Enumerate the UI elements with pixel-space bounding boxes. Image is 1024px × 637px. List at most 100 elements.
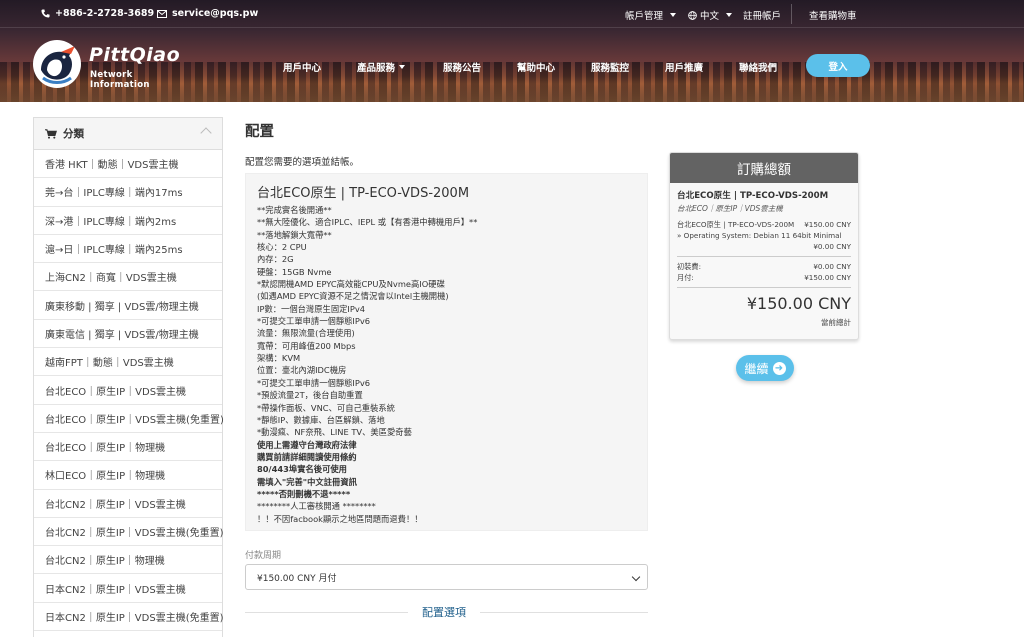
summary-line-item: 台北ECO原生 | TP-ECO-VDS-200M ¥150.00 CNY	[677, 219, 851, 230]
view-cart-link[interactable]: 查看購物車	[809, 8, 857, 22]
nav-label: 聯絡我們	[739, 63, 778, 74]
register-link[interactable]: 註冊帳戶	[743, 8, 781, 22]
nav-announcements[interactable]: 服務公告	[443, 60, 481, 74]
sidebar-item[interactable]: 滬→日｜IPLC專線｜端內25ms	[34, 235, 222, 264]
sidebar-item[interactable]: 日本CN2｜原生IP｜VDS雲主機	[34, 574, 222, 603]
page-title: 配置	[245, 124, 274, 140]
envelope-icon	[157, 9, 167, 18]
product-feature-line: 寬帶：可用峰值200 Mbps	[257, 340, 356, 351]
product-feature-line: **落地解鎖大寬帶**	[257, 229, 332, 240]
language-label: 中文	[700, 11, 720, 22]
phone-number: +886-2-2728-3689	[55, 8, 155, 19]
product-feature-line: (如遇AMD EPYC資源不足之情況會以Intel主機開機)	[257, 291, 449, 302]
account-menu-label: 帳戶管理	[625, 11, 664, 22]
summary-total-label: 當前總計	[821, 318, 851, 327]
nav-label: 服務公告	[443, 63, 482, 74]
nav-affiliates[interactable]: 用戶推廣	[665, 60, 703, 74]
product-feature-line: ********人工審核開通 ********	[257, 501, 376, 512]
sidebar-item[interactable]: 越南FPT｜動態｜VDS雲主機	[34, 348, 222, 377]
product-feature-line: 核心：2 CPU	[257, 242, 307, 253]
sidebar-item[interactable]: 上海CN2｜商寬｜VDS雲主機	[34, 263, 222, 292]
summary-os-option: » Operating System: Debian 11 64bit Mini…	[677, 230, 851, 241]
product-feature-line: 內存：2G	[257, 254, 294, 265]
product-feature-line: *動漫瘋、NF奈飛、LINE TV、美區愛奇藝	[257, 427, 412, 438]
email-link[interactable]: service@pqs.pw	[157, 8, 258, 19]
nav-user-center[interactable]: 用戶中心	[283, 60, 321, 74]
nav-service-monitor[interactable]: 服務監控	[591, 60, 629, 74]
globe-icon	[688, 10, 697, 20]
line-item-price: ¥150.00 CNY	[804, 220, 851, 229]
product-feature-line: 80/443埠實名後可使用	[257, 464, 347, 475]
sidebar-item[interactable]: 台北CN2｜原生IP｜VDS雲主機	[34, 490, 222, 518]
phone-link[interactable]: +886-2-2728-3689	[41, 8, 154, 19]
sidebar-item[interactable]: 日本CN2｜原生IP｜VDS雲主機(免重置)	[34, 603, 224, 632]
page-description: 配置您需要的選項並結帳。	[245, 157, 360, 168]
billing-cycle-label: 付款周期	[245, 551, 282, 561]
product-feature-line: *預設流量2T，後台自助重置	[257, 390, 363, 401]
summary-divider	[677, 287, 851, 288]
penguin-logo-icon	[33, 40, 81, 88]
product-title: 台北ECO原生 | TP-ECO-VDS-200M	[257, 186, 470, 201]
nav-help-center[interactable]: 幫助中心	[517, 60, 555, 74]
product-feature-line: *靜態IP、數據庫、台區解鎖、落地	[257, 414, 385, 425]
account-menu-dropdown[interactable]: 帳戶管理	[625, 8, 677, 22]
sidebar-item[interactable]: 廣東移動 | 獨享 | VDS雲/物理主機	[34, 291, 222, 320]
top-bar: +886-2-2728-3689 service@pqs.pw 帳戶管理 中文 …	[0, 0, 1024, 28]
login-button[interactable]: 登入	[806, 54, 870, 77]
sidebar-item[interactable]: 香港 HKT｜動態｜VDS雲主機	[34, 150, 222, 179]
sidebar-item[interactable]: 台北ECO｜原生IP｜VDS雲主機	[34, 376, 222, 405]
setup-fee-label: 初裝費:	[677, 262, 701, 271]
summary-total: ¥150.00 CNY	[746, 294, 851, 313]
order-summary-title: 訂購總額	[670, 153, 858, 183]
sidebar-item[interactable]: 台北ECO｜原生IP｜物理機	[34, 433, 222, 462]
nav-products[interactable]: 產品服務	[357, 60, 406, 74]
sidebar-item[interactable]: 台北CN2｜原生IP｜物理機	[34, 546, 222, 575]
category-header[interactable]: 分類	[34, 118, 222, 150]
product-feature-line: 位置：臺北內湖IDC機房	[257, 365, 347, 376]
monthly-fee-label: 月付:	[677, 273, 694, 282]
nav-label: 用戶推廣	[665, 63, 704, 74]
product-feature-line: 需填入"完善"中文註冊資訊	[257, 476, 357, 487]
chevron-down-icon	[726, 13, 733, 17]
os-option-price: ¥0.00 CNY	[813, 242, 851, 251]
arrow-right-icon: ➜	[772, 361, 786, 375]
monthly-fee-price: ¥150.00 CNY	[804, 273, 851, 282]
email-address: service@pqs.pw	[172, 8, 259, 19]
billing-cycle-select[interactable]: ¥150.00 CNY 月付	[245, 564, 648, 590]
sidebar-item[interactable]: 台北ECO｜原生IP｜VDS雲主機(免重置)	[34, 405, 224, 433]
summary-setup-fee: 初裝費: ¥0.00 CNY	[677, 261, 851, 272]
product-feature-line: *帶操作面板、VNC、可自己重裝系統	[257, 402, 395, 413]
chevron-down-icon	[399, 65, 406, 69]
os-option-label: » Operating System: Debian 11 64bit Mini…	[677, 231, 842, 240]
summary-product-group: 台北ECO｜原生IP｜VDS雲主機	[677, 204, 783, 213]
line-item-label: 台北ECO原生 | TP-ECO-VDS-200M	[677, 220, 795, 229]
product-feature-line: *可提交工單申請一個靜態IPv6	[257, 316, 371, 327]
sidebar-item[interactable]: 林口ECO｜原生IP｜物理機	[34, 461, 222, 490]
nav-label: 服務監控	[591, 63, 630, 74]
chevron-down-icon	[670, 13, 677, 17]
sidebar-item[interactable]: 莞→台｜IPLC專線｜端內17ms	[34, 178, 222, 207]
product-feature-line: 購買前請詳細閱讀使用條約	[257, 451, 357, 462]
product-feature-line: IP數：一個台灣原生固定IPv4	[257, 303, 366, 314]
chevron-up-icon[interactable]	[200, 127, 212, 139]
nav-label: 幫助中心	[517, 63, 556, 74]
summary-monthly-fee: 月付: ¥150.00 CNY	[677, 272, 851, 283]
nav-contact-us[interactable]: 聯絡我們	[739, 60, 777, 74]
sidebar-item[interactable]: 廣東電信 | 獨享 | VDS雲/物理主機	[34, 320, 222, 349]
sidebar-item[interactable]: 深→港｜IPLC專線｜端內2ms	[34, 207, 222, 235]
sidebar-item[interactable]: 台北CN2｜原生IP｜VDS雲主機(免重置)	[34, 518, 224, 547]
continue-button[interactable]: 繼續 ➜	[736, 355, 794, 381]
order-summary-panel: 訂購總額 台北ECO原生 | TP-ECO-VDS-200M 台北ECO｜原生I…	[669, 152, 859, 340]
category-title: 分類	[63, 128, 84, 140]
brand-subtitle: Network Information	[90, 70, 150, 90]
brand-name: PittQiao	[89, 44, 181, 66]
nav-label: 產品服務	[357, 63, 396, 74]
topbar-divider	[791, 4, 792, 24]
site-logo[interactable]: PittQiao Network Information	[33, 40, 193, 90]
category-sidebar: 分類 香港 HKT｜動態｜VDS雲主機 莞→台｜IPLC專線｜端內17ms 深→…	[33, 117, 224, 637]
product-feature-line: 硬盤：15GB Nvme	[257, 266, 332, 277]
summary-os-price-row: ¥0.00 CNY	[677, 241, 851, 252]
product-feature-line: 流量：無限流量(合理使用)	[257, 328, 355, 339]
product-feature-line: 架構：KVM	[257, 353, 301, 364]
language-dropdown[interactable]: 中文	[688, 8, 733, 22]
